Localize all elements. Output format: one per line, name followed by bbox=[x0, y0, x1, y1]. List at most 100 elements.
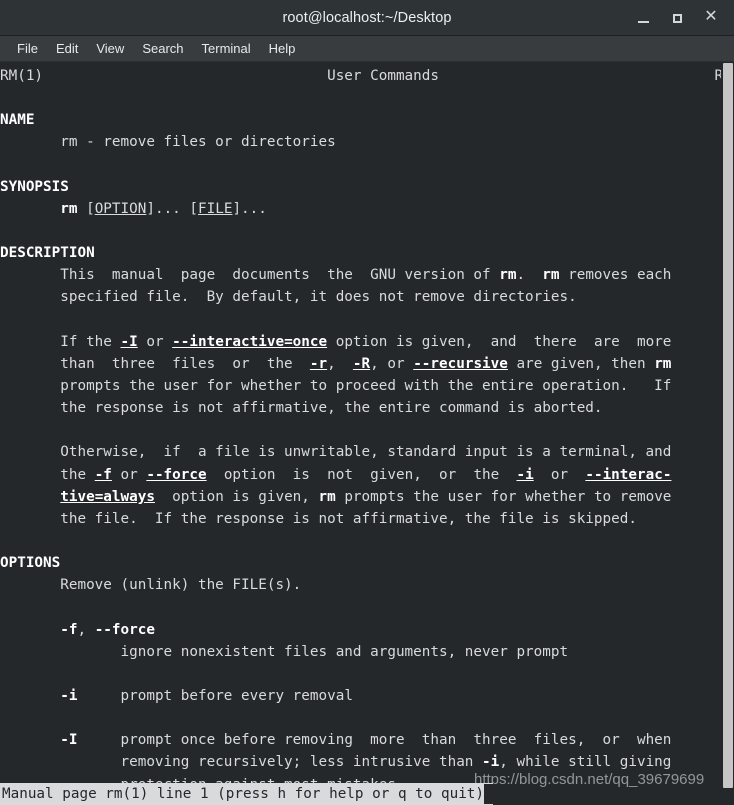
man-line-sec-options: OPTIONS bbox=[0, 552, 734, 574]
styled-text: -R bbox=[352, 355, 371, 372]
man-line-blank4 bbox=[0, 309, 734, 331]
plain-text: are given, then bbox=[507, 355, 655, 372]
menu-item-help[interactable]: Help bbox=[260, 39, 305, 58]
menu-item-edit[interactable]: Edit bbox=[47, 39, 87, 58]
plain-text: or bbox=[137, 333, 173, 350]
plain-text: or bbox=[111, 466, 147, 483]
plain-text bbox=[0, 688, 60, 704]
styled-text: --recursive bbox=[413, 355, 508, 372]
man-line-syn-body: rm [OPTION]... [FILE]... bbox=[0, 198, 734, 220]
plain-text: rm - remove files or directories bbox=[0, 134, 336, 151]
menu-bar: File Edit View Search Terminal Help bbox=[0, 36, 734, 62]
man-line-opt-i-head: -i prompt before every removal bbox=[0, 685, 734, 707]
man-line-desc-p3-l4: the file. If the response is not affirma… bbox=[0, 508, 734, 530]
plain-text bbox=[0, 201, 60, 217]
minimize-icon bbox=[637, 21, 649, 23]
plain-text: , or bbox=[370, 355, 414, 372]
menu-item-terminal[interactable]: Terminal bbox=[193, 39, 260, 58]
man-line-desc-p2-l3: prompts the user for whether to proceed … bbox=[0, 375, 734, 397]
plain-text: prompt once before removing more than th… bbox=[77, 732, 672, 749]
plain-text: specified file. By default, it does not … bbox=[0, 289, 577, 306]
plain-text bbox=[0, 732, 60, 748]
styled-text: rm bbox=[654, 355, 672, 372]
plain-text bbox=[439, 68, 714, 84]
plain-text: the bbox=[0, 466, 95, 483]
man-line-desc-p3-l1: Otherwise, if a file is unwritable, stan… bbox=[0, 441, 734, 463]
man-line-sec-description: DESCRIPTION bbox=[0, 242, 734, 264]
styled-text: -I bbox=[60, 732, 78, 749]
plain-text: prompt before every removal bbox=[77, 687, 353, 704]
man-line-hdr: RM(1) User Commands RM(1) bbox=[0, 65, 734, 87]
styled-text: -i bbox=[60, 687, 78, 704]
maximize-icon bbox=[672, 13, 682, 23]
plain-text: User Commands bbox=[327, 68, 439, 84]
close-button[interactable]: ✕ bbox=[694, 3, 728, 33]
plain-text: option is given, bbox=[154, 488, 319, 505]
plain-text: or bbox=[533, 466, 586, 483]
menu-item-search[interactable]: Search bbox=[133, 39, 192, 58]
man-line-blank5 bbox=[0, 419, 734, 441]
man-line-blank8 bbox=[0, 663, 734, 685]
styled-text: OPTION bbox=[94, 200, 147, 217]
minimize-button[interactable] bbox=[626, 3, 660, 33]
plain-text: option is given, and there are more bbox=[327, 333, 672, 350]
man-line-opt-force-head: -f, --force bbox=[0, 619, 734, 641]
man-line-blank9 bbox=[0, 707, 734, 729]
plain-text bbox=[0, 489, 60, 505]
close-icon: ✕ bbox=[704, 8, 718, 25]
man-line-opt-I-l1: -I prompt once before removing more than… bbox=[0, 729, 734, 751]
man-line-desc-p2-l4: the response is not affirmative, the ent… bbox=[0, 397, 734, 419]
terminal-body[interactable]: RM(1) User Commands RM(1) NAME rm - remo… bbox=[0, 62, 734, 805]
plain-text: Remove (unlink) the FILE(s). bbox=[0, 577, 302, 594]
styled-text: -i bbox=[482, 754, 500, 771]
plain-text: removing recursively; less intrusive tha… bbox=[0, 754, 483, 771]
styled-text: OPTIONS bbox=[0, 555, 61, 572]
title-bar: root@localhost:~/Desktop ✕ bbox=[0, 0, 734, 36]
styled-text: SYNOPSIS bbox=[0, 178, 69, 195]
styled-text: NAME bbox=[0, 112, 35, 129]
styled-text: --interactive=once bbox=[172, 333, 328, 350]
styled-text: -i bbox=[516, 466, 534, 483]
man-line-name-body: rm - remove files or directories bbox=[0, 131, 734, 153]
man-line-sec-name: NAME bbox=[0, 109, 734, 131]
plain-text: [ bbox=[77, 200, 95, 217]
styled-text: -I bbox=[120, 333, 138, 350]
styled-text: -f bbox=[94, 466, 112, 483]
man-line-opt-intro: Remove (unlink) the FILE(s). bbox=[0, 574, 734, 596]
man-line-blank1 bbox=[0, 87, 734, 109]
plain-text: Otherwise, if a file is unwritable, stan… bbox=[0, 444, 672, 461]
styled-text: rm bbox=[542, 267, 560, 284]
plain-text: RM(1) bbox=[0, 68, 44, 84]
window-title: root@localhost:~/Desktop bbox=[282, 9, 452, 26]
styled-text: DESCRIPTION bbox=[0, 245, 95, 262]
styled-text: --force bbox=[146, 466, 207, 483]
plain-text: , bbox=[327, 355, 353, 372]
man-line-blank7 bbox=[0, 596, 734, 618]
man-line-desc-p2-l2: than three files or the -r, -R, or --rec… bbox=[0, 353, 734, 375]
styled-text: -f bbox=[60, 621, 78, 638]
man-line-opt-I-l2: removing recursively; less intrusive tha… bbox=[0, 751, 734, 773]
plain-text: ]... [ bbox=[146, 200, 199, 217]
less-status-line: Manual page rm(1) line 1 (press h for he… bbox=[0, 783, 494, 805]
plain-text: If the bbox=[0, 333, 121, 350]
man-line-blank2 bbox=[0, 154, 734, 176]
scrollbar-thumb[interactable] bbox=[723, 63, 733, 788]
plain-text: ignore nonexistent files and arguments, … bbox=[0, 643, 569, 660]
plain-text: the response is not affirmative, the ent… bbox=[0, 400, 603, 417]
maximize-button[interactable] bbox=[660, 3, 694, 33]
menu-item-view[interactable]: View bbox=[87, 39, 133, 58]
styled-text: -r bbox=[309, 355, 328, 372]
terminal-window: root@localhost:~/Desktop ✕ File Edit Vie… bbox=[0, 0, 734, 805]
plain-text: . bbox=[516, 267, 543, 284]
plain-text: , while still giving bbox=[499, 754, 672, 771]
plain-text: than three files or the bbox=[0, 355, 310, 372]
plain-text: removes each bbox=[559, 267, 672, 284]
plain-text bbox=[0, 622, 60, 638]
plain-text: This manual page documents the GNU versi… bbox=[0, 267, 500, 284]
scrollbar-track[interactable] bbox=[721, 62, 734, 805]
man-line-opt-force-body: ignore nonexistent files and arguments, … bbox=[0, 641, 734, 663]
menu-item-file[interactable]: File bbox=[8, 39, 47, 58]
plain-text bbox=[43, 68, 327, 84]
less-status-text: Manual page rm(1) line 1 (press h for he… bbox=[2, 786, 485, 802]
styled-text: --interac- bbox=[585, 466, 672, 483]
